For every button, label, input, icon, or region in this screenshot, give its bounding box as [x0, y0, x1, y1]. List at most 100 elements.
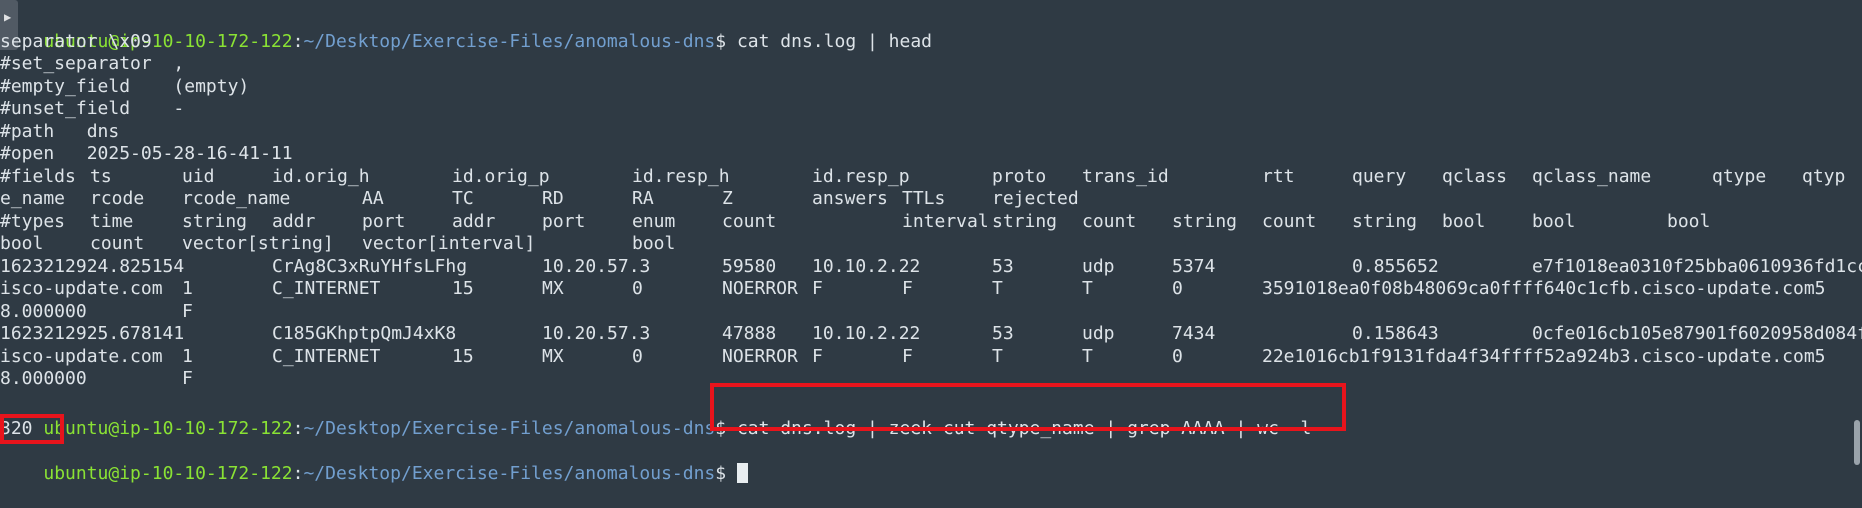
record-ts: 1623212924.825154 [0, 255, 185, 277]
record-cell: 8.000000 [0, 368, 87, 389]
record-cell: NOERROR [722, 278, 798, 299]
type-cell: count [1262, 210, 1317, 232]
record-orig-h: 10.20.57.3 [542, 255, 651, 277]
type-cell: bool [1442, 210, 1486, 232]
field-cell: trans_id [1082, 165, 1169, 187]
log-path-line: #path dns [0, 120, 120, 142]
record-cell: F [902, 345, 913, 367]
record-cell: C_INTERNET [272, 278, 381, 299]
record-proto: udp [1082, 255, 1115, 277]
type-cell: bool [632, 233, 676, 254]
fields-row: #fields ts uid id.orig_h id.orig_p id.re… [0, 166, 1852, 189]
record-query: 0cfe016cb105e87901f6020958d084ff84.c [1532, 323, 1862, 344]
log-unset-field-line: #unset_field - [0, 98, 185, 119]
record-cell: F [812, 345, 823, 367]
prompt-line-head: ubuntu@ip-10-10-172-122:~/Desktop/Exerci… [0, 8, 932, 52]
types-row: #types time string addr port addr port e… [0, 211, 1717, 234]
log-set-separator-line: #set_separator , [0, 53, 185, 74]
record-orig-p: 59580 [722, 255, 777, 277]
record-orig-h: 10.20.57.3 [542, 323, 651, 344]
type-cell: time [90, 210, 134, 232]
field-cell: id.resp_h [632, 165, 730, 187]
field-cell: RA [632, 188, 654, 209]
record-resp-h: 10.10.2.22 [812, 323, 921, 344]
field-cell: qclass [1442, 165, 1508, 187]
record-cell: F [902, 278, 913, 299]
prompt-colon: : [292, 30, 304, 52]
record-cell: 1 [182, 278, 193, 299]
record-orig-p: 47888 [722, 323, 777, 344]
type-cell: string [1172, 210, 1238, 232]
type-cell: vector[string] [182, 233, 334, 254]
type-cell: addr [272, 210, 316, 232]
field-cell: answers [812, 188, 888, 209]
record-cell: T [1082, 345, 1093, 367]
type-cell: port [542, 210, 586, 232]
record-trans-id: 7434 [1172, 323, 1216, 344]
type-cell: bool [1667, 210, 1711, 232]
record-ts: 1623212925.678141 [0, 323, 185, 344]
field-cell: qtype [1712, 165, 1767, 187]
command-text: cat dns.log | head [736, 30, 933, 52]
type-cell: #types [0, 210, 66, 232]
log-record-line: isco-update.com 1 C_INTERNET 15 MX 0 NOE… [0, 346, 1852, 369]
type-cell: addr [452, 210, 496, 232]
prompt-path: ~/Desktop/Exercise-Files/anomalous-dns [303, 462, 716, 484]
record-cell: 0 [1172, 345, 1183, 367]
type-cell: enum [632, 210, 676, 232]
record-resp-p: 53 [992, 255, 1014, 277]
record-cell: 8.000000 [0, 300, 87, 322]
record-rtt: 0.855652 [1352, 255, 1439, 277]
record-query: e7f1018ea0310f25bba0610936fd1cc2af.c [1532, 255, 1862, 277]
field-cell: TTLs [902, 188, 946, 209]
log-record-line: isco-update.com 1 C_INTERNET 15 MX 0 NOE… [0, 278, 1852, 301]
prompt-path: ~/Desktop/Exercise-Files/anomalous-dns [303, 30, 716, 52]
log-record-line: 8.000000 F [0, 301, 272, 324]
record-uid: CrAg8C3xRuYHfsLFhg [272, 255, 468, 277]
record-uid: C185GKhptpQmJ4xK8 [272, 323, 457, 344]
record-cell: MX [542, 278, 564, 299]
types-row-wrap: bool count vector[string] vector[interva… [0, 233, 722, 256]
prompt-path: ~/Desktop/Exercise-Files/anomalous-dns [303, 417, 716, 439]
field-cell: qtyp [1802, 165, 1846, 187]
record-cell: F [182, 368, 193, 389]
field-cell: e_name [0, 188, 66, 209]
type-cell: vector[interval] [362, 233, 536, 254]
log-empty-field-line: #empty_field (empty) [0, 75, 250, 97]
field-cell: id.orig_p [452, 165, 550, 187]
record-cell: 15 [452, 278, 474, 299]
type-cell: interval [902, 210, 989, 232]
field-cell: uid [182, 165, 215, 187]
prompt-line-current[interactable]: ubuntu@ip-10-10-172-122:~/Desktop/Exerci… [0, 440, 748, 484]
type-cell: count [722, 210, 777, 232]
prompt-colon: : [292, 417, 304, 439]
record-cell: F [812, 278, 823, 299]
field-cell: query [1352, 165, 1407, 187]
record-cell: T [992, 278, 1003, 299]
field-cell: qclass_name [1532, 165, 1652, 187]
text-cursor [736, 462, 748, 483]
field-cell: ts [90, 165, 112, 187]
record-cell: F [182, 300, 193, 322]
type-cell: port [362, 210, 406, 232]
type-cell: string [992, 210, 1058, 232]
prompt-colon: : [292, 462, 304, 484]
record-cell: C_INTERNET [272, 345, 381, 367]
command-highlight-box [710, 383, 1346, 431]
type-cell: bool [1532, 210, 1576, 232]
record-cell: 0 [632, 345, 643, 367]
record-cell: 22e1016cb1f9131fda4f34ffff52a924b3.cisco… [1262, 345, 1826, 367]
record-cell: 0 [1172, 278, 1183, 299]
record-cell: MX [542, 345, 564, 367]
field-cell: rcode [90, 188, 145, 209]
field-cell: rcode_name [182, 188, 291, 209]
type-cell: string [1352, 210, 1418, 232]
field-cell: proto [992, 165, 1047, 187]
terminal-window[interactable]: ▶ ubuntu@ip-10-10-172-122:~/Desktop/Exer… [0, 0, 1862, 484]
type-cell: string [182, 210, 248, 232]
field-cell: rtt [1262, 165, 1295, 187]
prompt-dollar: $ [715, 462, 737, 484]
record-cell: T [992, 345, 1003, 367]
type-cell: bool [0, 233, 44, 254]
scrollbar-thumb[interactable] [1854, 420, 1860, 465]
